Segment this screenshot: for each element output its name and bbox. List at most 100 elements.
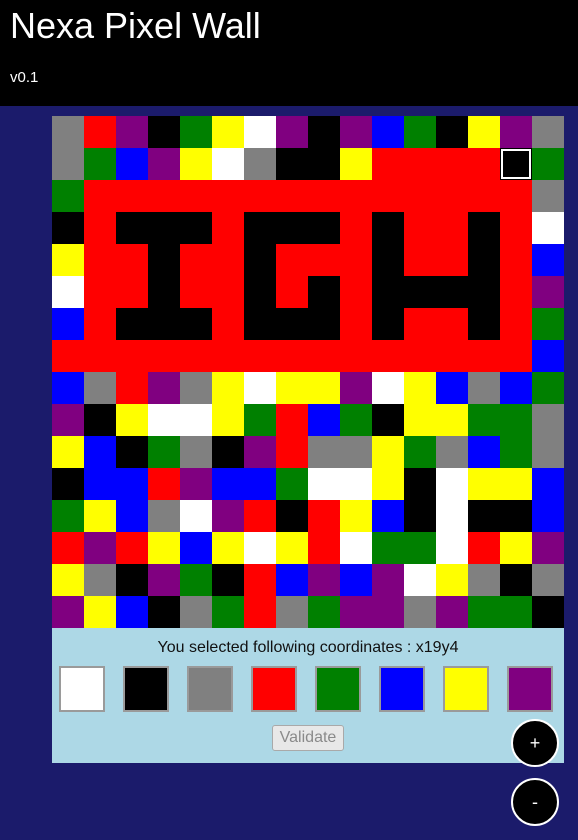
pixel-cell[interactable] — [436, 340, 468, 372]
pixel-cell[interactable] — [500, 372, 532, 404]
pixel-cell[interactable] — [212, 468, 244, 500]
pixel-cell[interactable] — [404, 340, 436, 372]
pixel-cell[interactable] — [116, 468, 148, 500]
pixel-cell[interactable] — [276, 468, 308, 500]
pixel-cell[interactable] — [532, 116, 564, 148]
pixel-cell[interactable] — [468, 372, 500, 404]
pixel-cell[interactable] — [404, 372, 436, 404]
pixel-cell[interactable] — [276, 404, 308, 436]
pixel-cell[interactable] — [116, 404, 148, 436]
pixel-cell[interactable] — [84, 596, 116, 628]
pixel-cell[interactable] — [404, 532, 436, 564]
pixel-cell[interactable] — [180, 404, 212, 436]
pixel-cell[interactable] — [52, 276, 84, 308]
pixel-cell[interactable] — [52, 340, 84, 372]
pixel-cell[interactable] — [436, 404, 468, 436]
pixel-cell[interactable] — [436, 244, 468, 276]
pixel-cell[interactable] — [212, 276, 244, 308]
pixel-cell[interactable] — [84, 276, 116, 308]
pixel-board-viewport[interactable] — [52, 116, 564, 628]
pixel-cell[interactable] — [404, 180, 436, 212]
pixel-cell[interactable] — [212, 308, 244, 340]
pixel-cell[interactable] — [180, 372, 212, 404]
pixel-cell[interactable] — [308, 308, 340, 340]
pixel-cell[interactable] — [148, 212, 180, 244]
pixel-cell[interactable] — [148, 148, 180, 180]
pixel-cell[interactable] — [308, 468, 340, 500]
pixel-cell[interactable] — [180, 468, 212, 500]
pixel-cell[interactable] — [148, 404, 180, 436]
pixel-cell[interactable] — [340, 564, 372, 596]
pixel-cell[interactable] — [340, 148, 372, 180]
pixel-cell[interactable] — [148, 436, 180, 468]
pixel-cell[interactable] — [212, 500, 244, 532]
pixel-cell[interactable] — [148, 340, 180, 372]
pixel-cell[interactable] — [148, 116, 180, 148]
pixel-cell[interactable] — [372, 564, 404, 596]
pixel-cell[interactable] — [308, 436, 340, 468]
pixel-cell[interactable] — [148, 276, 180, 308]
pixel-cell[interactable] — [244, 532, 276, 564]
pixel-cell[interactable] — [180, 596, 212, 628]
pixel-cell[interactable] — [340, 180, 372, 212]
pixel-cell[interactable] — [116, 564, 148, 596]
pixel-cell[interactable] — [372, 340, 404, 372]
pixel-cell[interactable] — [500, 468, 532, 500]
pixel-cell[interactable] — [276, 500, 308, 532]
pixel-cell[interactable] — [84, 404, 116, 436]
pixel-cell[interactable] — [212, 340, 244, 372]
pixel-cell[interactable] — [244, 308, 276, 340]
pixel-cell[interactable] — [244, 372, 276, 404]
pixel-cell[interactable] — [244, 180, 276, 212]
pixel-cell[interactable] — [372, 500, 404, 532]
pixel-cell[interactable] — [116, 372, 148, 404]
pixel-cell[interactable] — [468, 212, 500, 244]
pixel-cell[interactable] — [340, 500, 372, 532]
pixel-cell[interactable] — [276, 244, 308, 276]
pixel-cell[interactable] — [436, 308, 468, 340]
pixel-cell[interactable] — [500, 596, 532, 628]
pixel-cell[interactable] — [180, 340, 212, 372]
pixel-cell[interactable] — [340, 404, 372, 436]
pixel-cell[interactable] — [404, 116, 436, 148]
pixel-cell[interactable] — [500, 212, 532, 244]
pixel-cell[interactable] — [212, 180, 244, 212]
pixel-cell[interactable] — [84, 468, 116, 500]
pixel-cell[interactable] — [52, 244, 84, 276]
pixel-cell[interactable] — [52, 468, 84, 500]
pixel-cell[interactable] — [116, 212, 148, 244]
pixel-cell[interactable] — [116, 116, 148, 148]
pixel-cell[interactable] — [532, 404, 564, 436]
pixel-cell[interactable] — [148, 244, 180, 276]
pixel-cell[interactable] — [404, 404, 436, 436]
pixel-cell[interactable] — [404, 212, 436, 244]
color-swatch-green[interactable] — [315, 666, 361, 712]
pixel-cell[interactable] — [404, 468, 436, 500]
pixel-cell[interactable] — [436, 532, 468, 564]
pixel-cell[interactable] — [212, 244, 244, 276]
pixel-cell[interactable] — [244, 244, 276, 276]
pixel-cell[interactable] — [436, 212, 468, 244]
pixel-cell[interactable] — [84, 212, 116, 244]
pixel-cell[interactable] — [532, 244, 564, 276]
pixel-cell[interactable] — [532, 500, 564, 532]
pixel-cell[interactable] — [212, 596, 244, 628]
pixel-cell[interactable] — [404, 500, 436, 532]
pixel-cell[interactable] — [372, 436, 404, 468]
pixel-cell[interactable] — [468, 468, 500, 500]
pixel-cell[interactable] — [340, 532, 372, 564]
pixel-cell[interactable] — [372, 148, 404, 180]
pixel-cell[interactable] — [84, 500, 116, 532]
pixel-cell[interactable] — [212, 116, 244, 148]
pixel-cell[interactable] — [500, 404, 532, 436]
pixel-cell[interactable] — [308, 564, 340, 596]
pixel-cell[interactable] — [244, 276, 276, 308]
pixel-cell[interactable] — [276, 564, 308, 596]
pixel-cell[interactable] — [212, 436, 244, 468]
color-swatch-purple[interactable] — [507, 666, 553, 712]
pixel-cell[interactable] — [276, 372, 308, 404]
pixel-cell[interactable] — [436, 468, 468, 500]
pixel-cell[interactable] — [404, 436, 436, 468]
pixel-cell[interactable] — [500, 532, 532, 564]
pixel-cell[interactable] — [212, 532, 244, 564]
